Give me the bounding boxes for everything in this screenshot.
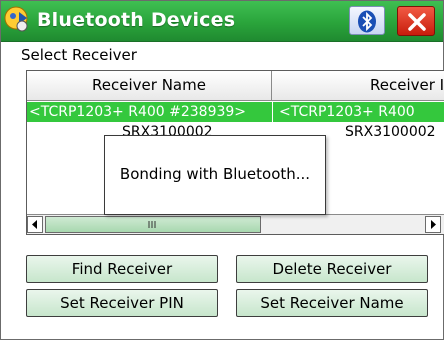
scroll-thumb[interactable] <box>45 216 261 233</box>
scroll-right-button[interactable] <box>425 216 441 233</box>
table-row[interactable]: <TCRP1203+ R400 #238939> <TCRP1203+ R400 <box>27 102 444 122</box>
column-header-receiver-name[interactable]: Receiver Name <box>27 71 272 101</box>
delete-receiver-button[interactable]: Delete Receiver <box>236 255 428 283</box>
column-divider <box>272 102 273 122</box>
arrow-right-icon <box>431 220 436 229</box>
cell-receiver-name: <TCRP1203+ R400 #238939> <box>29 104 247 120</box>
grip-icon <box>148 221 156 228</box>
cell-receiver-id: SRX3100002 <box>345 124 436 140</box>
window-title: Bluetooth Devices <box>37 9 236 31</box>
horizontal-scrollbar[interactable] <box>27 214 444 234</box>
app-icon <box>3 5 33 35</box>
close-icon <box>408 13 426 31</box>
find-receiver-button[interactable]: Find Receiver <box>26 255 218 283</box>
select-receiver-label: Select Receiver <box>21 46 137 64</box>
close-button[interactable] <box>397 6 435 36</box>
column-header-receiver-id[interactable]: Receiver ID <box>272 71 444 101</box>
set-receiver-name-button[interactable]: Set Receiver Name <box>236 289 428 317</box>
bluetooth-devices-window: Bluetooth Devices Select Receiver Receiv… <box>0 0 444 340</box>
bonding-dialog: Bonding with Bluetooth... <box>104 135 326 215</box>
cell-receiver-id: <TCRP1203+ R400 <box>279 104 415 120</box>
title-bar: Bluetooth Devices <box>1 1 443 42</box>
scroll-left-button[interactable] <box>27 216 43 233</box>
bluetooth-icon <box>358 10 376 33</box>
arrow-left-icon <box>32 220 37 229</box>
bonding-message: Bonding with Bluetooth... <box>119 165 311 183</box>
bluetooth-button[interactable] <box>349 6 385 35</box>
set-receiver-pin-button[interactable]: Set Receiver PIN <box>26 289 218 317</box>
